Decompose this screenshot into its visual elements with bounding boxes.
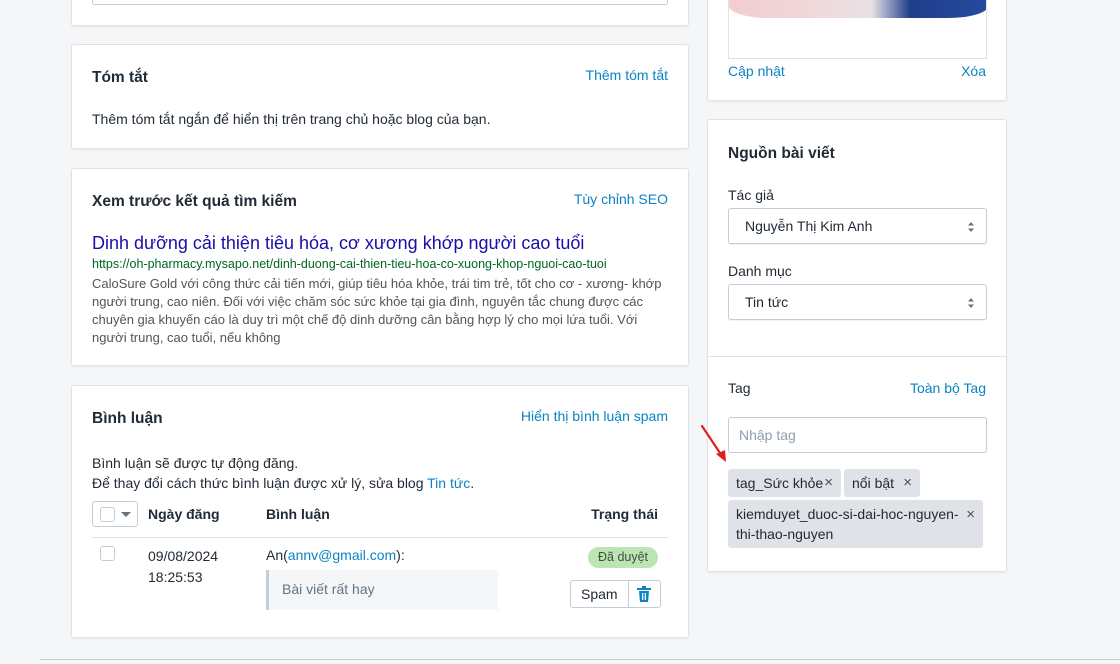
- comments-table-header: Ngày đăng Bình luận Trạng thái: [92, 499, 668, 538]
- seo-preview-url: https://oh-pharmacy.mysapo.net/dinh-duon…: [92, 257, 607, 271]
- spam-button[interactable]: Spam: [571, 581, 629, 607]
- category-label: Danh mục: [728, 263, 792, 279]
- close-icon[interactable]: ×: [903, 474, 912, 492]
- author-name: An: [266, 547, 284, 563]
- column-date: Ngày đăng: [148, 506, 220, 522]
- comment-body: Bài viết rất hay: [266, 570, 498, 610]
- featured-image: [728, 0, 987, 59]
- comment-date-day: 09/08/2024: [148, 548, 219, 564]
- tag-chip: tag_Sức khỏe ×: [728, 469, 841, 497]
- close-icon[interactable]: ×: [824, 474, 833, 492]
- author-close-paren: ):: [396, 547, 405, 563]
- tag-input[interactable]: Nhập tag: [728, 417, 987, 453]
- page-footer-divider: [40, 659, 1120, 660]
- summary-title: Tóm tắt: [92, 69, 148, 86]
- column-comment: Bình luận: [266, 506, 330, 522]
- comment-date-time: 18:25:53: [148, 569, 203, 585]
- summary-card: Tóm tắt Thêm tóm tắt Thêm tóm tắt ngắn đ…: [71, 44, 689, 149]
- show-spam-comments-link[interactable]: Hiển thị bình luận spam: [521, 408, 668, 424]
- select-arrows-icon: [968, 222, 974, 232]
- tag-label: Tag: [728, 380, 751, 396]
- author-label: Tác giả: [728, 187, 774, 203]
- delete-comment-button[interactable]: [629, 581, 660, 607]
- tag-chip-label-line2: thi-thao-nguyen: [736, 526, 834, 542]
- summary-description: Thêm tóm tắt ngắn để hiển thị trên trang…: [92, 111, 491, 127]
- author-select-value: Nguyễn Thị Kim Anh: [745, 218, 873, 234]
- comment-author: An(annv@gmail.com):: [266, 547, 405, 563]
- edit-blog-link[interactable]: Tin tức: [427, 475, 470, 491]
- comment-info-text: Để thay đổi cách thức bình luận được xử …: [92, 475, 428, 491]
- tag-chip: kiemduyet_duoc-si-dai-hoc-nguyen- thi-th…: [728, 500, 983, 548]
- comment-date: 09/08/2024 18:25:53: [148, 546, 218, 588]
- column-status: Trạng thái: [591, 506, 658, 522]
- add-summary-link[interactable]: Thêm tóm tắt: [586, 67, 668, 83]
- bulk-select-dropdown[interactable]: [92, 501, 138, 527]
- category-select[interactable]: Tin tức: [728, 284, 987, 320]
- article-source-card: Nguồn bài viết Tác giả Nguyễn Thị Kim An…: [707, 119, 1007, 572]
- featured-image-card: Cập nhật Xóa: [707, 0, 1007, 101]
- author-email-link[interactable]: annv@gmail.com: [288, 547, 396, 563]
- comment-actions: Spam: [570, 580, 661, 608]
- content-editor-field[interactable]: [92, 0, 668, 5]
- author-select[interactable]: Nguyễn Thị Kim Anh: [728, 208, 987, 244]
- seo-preview-description: CaloSure Gold với công thức cải tiến mới…: [92, 276, 662, 345]
- comment-info-period: .: [470, 475, 475, 491]
- content-editor-card: [71, 0, 689, 26]
- seo-preview-card: Xem trước kết quả tìm kiếm Tùy chỉnh SEO…: [71, 168, 689, 366]
- tag-chip-label-line1: kiemduyet_duoc-si-dai-hoc-nguyen-: [736, 506, 959, 522]
- featured-image-photo: [729, 0, 986, 18]
- comment-info-line2: Để thay đổi cách thức bình luận được xử …: [92, 473, 474, 493]
- chevron-down-icon: [121, 512, 131, 517]
- arrow-annotation-icon: [700, 424, 726, 462]
- row-checkbox[interactable]: [100, 546, 115, 561]
- update-image-link[interactable]: Cập nhật: [728, 63, 785, 79]
- seo-card-title: Xem trước kết quả tìm kiếm: [92, 193, 297, 210]
- delete-image-link[interactable]: Xóa: [961, 63, 986, 79]
- tag-chip-label: nổi bật: [852, 475, 895, 491]
- select-arrows-icon: [968, 298, 974, 308]
- comment-info-line1: Bình luận sẽ được tự động đăng.: [92, 455, 299, 471]
- comments-title: Bình luận: [92, 410, 163, 427]
- close-icon[interactable]: ×: [966, 506, 975, 524]
- category-select-value: Tin tức: [745, 294, 789, 310]
- trash-icon: [637, 586, 652, 602]
- select-all-checkbox[interactable]: [100, 507, 115, 522]
- customize-seo-link[interactable]: Tùy chỉnh SEO: [574, 191, 668, 207]
- comments-card: Bình luận Hiển thị bình luận spam Bình l…: [71, 385, 689, 638]
- section-divider: [708, 356, 1006, 357]
- seo-preview-title: Dinh dưỡng cải thiện tiêu hóa, cơ xương …: [92, 233, 585, 253]
- status-badge: Đã duyệt: [588, 547, 659, 568]
- comment-policy-info: Bình luận sẽ được tự động đăng. Để thay …: [92, 453, 474, 493]
- tag-chip: nổi bật ×: [844, 469, 920, 497]
- tag-chip-label: tag_Sức khỏe: [736, 475, 824, 491]
- source-title: Nguồn bài viết: [728, 145, 835, 162]
- all-tags-link[interactable]: Toàn bộ Tag: [910, 380, 986, 396]
